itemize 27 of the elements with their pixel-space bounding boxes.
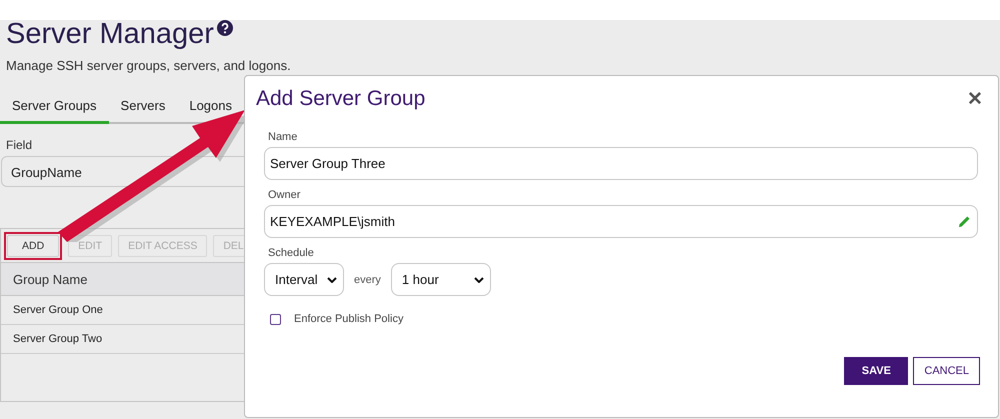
column-header: Group Name <box>12 272 88 286</box>
owner-field[interactable]: KEYEXAMPLE\jsmith <box>270 214 395 229</box>
chevron-down-icon <box>474 276 484 282</box>
tab[interactable]: Server Groups <box>0 90 109 124</box>
checkbox-label: Enforce Publish Policy <box>294 313 404 325</box>
tab[interactable]: Servers <box>108 90 178 124</box>
table-cell-text: Server Group Two <box>12 333 102 345</box>
name-field[interactable]: Server Group Three <box>264 147 978 180</box>
every-label: every <box>354 274 381 286</box>
dialog-title: Add Server Group <box>256 87 426 111</box>
field-label: Field <box>6 138 34 152</box>
add-button[interactable]: ADD <box>7 234 60 256</box>
frequency-select[interactable]: 1 hour <box>390 263 491 296</box>
checkbox[interactable] <box>270 314 281 324</box>
help-icon[interactable] <box>216 20 233 36</box>
page-subtitle: Manage SSH server groups, servers, and logons. <box>6 58 292 73</box>
field-label: Name <box>268 131 298 143</box>
save-button[interactable]: SAVE <box>844 357 908 385</box>
field-label: Owner <box>268 189 302 201</box>
page-title: Server Manager <box>6 20 214 48</box>
table-cell-text: Server Group One <box>12 304 103 316</box>
cancel-button[interactable]: CANCEL <box>913 357 980 385</box>
pencil-icon[interactable] <box>958 215 971 228</box>
tab[interactable]: Logons <box>177 90 232 124</box>
chevron-down-icon <box>327 276 337 282</box>
schedule-type-select[interactable]: Interval <box>264 263 344 296</box>
field-label: Schedule <box>268 247 315 259</box>
